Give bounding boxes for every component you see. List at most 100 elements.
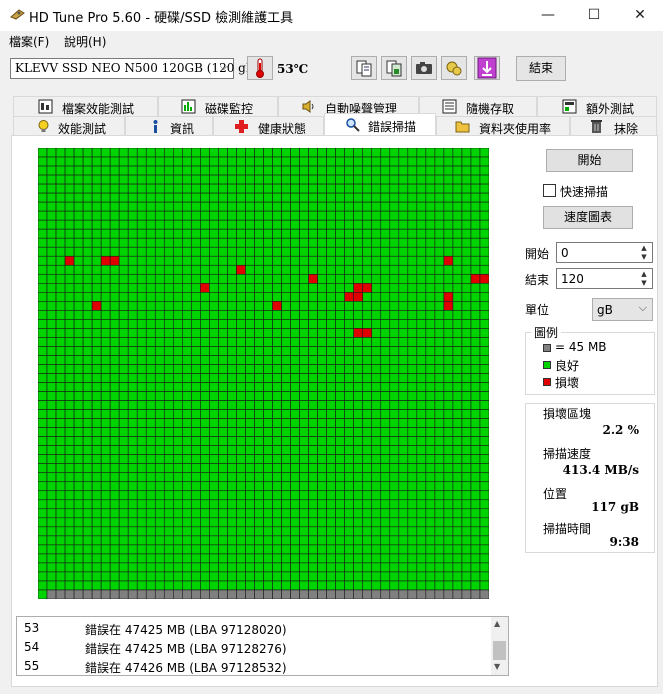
block-cell — [353, 319, 364, 329]
block-cell — [64, 589, 75, 599]
close-button[interactable]: ✕ — [617, 0, 663, 31]
block-cell — [443, 219, 454, 230]
scroll-thumb[interactable] — [493, 641, 506, 660]
start-stepper[interactable]: 0 ▲ ▼ — [556, 242, 653, 263]
block-cell — [353, 382, 364, 392]
block-cell — [425, 490, 436, 501]
block-cell — [479, 210, 489, 221]
copy-screen-button[interactable] — [381, 56, 407, 80]
block-cell — [290, 517, 300, 528]
block-cell — [218, 301, 228, 311]
block-cell — [362, 246, 373, 257]
block-cell — [344, 219, 354, 230]
maximize-button[interactable]: ☐ — [571, 0, 617, 31]
block-cell — [118, 409, 129, 419]
menu-file[interactable]: 檔案(F) — [9, 33, 49, 50]
block-cell — [470, 273, 481, 284]
log-scrollbar[interactable]: ▲ ▼ — [491, 617, 508, 675]
screenshot-button[interactable] — [411, 56, 437, 80]
block-cell — [335, 192, 345, 203]
tab-disk-monitor[interactable]: 磁碟監控 — [158, 96, 278, 116]
tab-benchmark[interactable]: 效能測試 — [13, 116, 125, 136]
block-cell — [236, 255, 246, 266]
block-cell — [91, 490, 102, 501]
block-cell — [335, 454, 345, 464]
block-cell — [425, 201, 436, 212]
quick-scan-checkbox[interactable] — [543, 184, 556, 197]
save-button[interactable] — [474, 56, 500, 80]
block-cell — [461, 472, 472, 483]
block-cell — [452, 481, 463, 492]
block-cell — [299, 319, 309, 329]
spin-up-icon[interactable]: ▲ — [637, 244, 651, 253]
block-cell — [46, 553, 57, 564]
minimize-button[interactable]: — — [525, 0, 571, 31]
block-cell — [245, 382, 255, 392]
block-cell — [145, 319, 156, 329]
tab-error-scan[interactable]: 錯誤掃描 — [324, 113, 436, 136]
block-cell — [91, 237, 102, 248]
copy-text-button[interactable] — [351, 56, 377, 80]
block-cell — [218, 210, 228, 221]
tab-folder-usage[interactable]: 資料夾使用率 — [436, 116, 570, 136]
tab-file-benchmark[interactable]: 檔案效能測試 — [13, 96, 158, 116]
block-cell — [389, 165, 400, 176]
block-cell — [73, 148, 84, 158]
block-cell — [145, 292, 156, 302]
block-cell — [145, 553, 156, 564]
block-cell — [362, 499, 373, 510]
block-cell — [100, 490, 111, 501]
spin-up-icon[interactable]: ▲ — [637, 270, 651, 279]
block-cell — [82, 373, 93, 383]
block-cell — [163, 255, 174, 266]
block-cell — [479, 589, 489, 599]
end-stepper[interactable]: 120 ▲ ▼ — [556, 268, 653, 289]
block-cell — [173, 210, 183, 221]
block-cell — [371, 571, 382, 582]
block-cell — [317, 445, 327, 455]
block-cell — [344, 273, 354, 284]
block-cell — [452, 508, 463, 519]
exit-button[interactable]: 結束 — [516, 56, 566, 81]
block-cell — [443, 148, 454, 158]
block-cell — [398, 499, 409, 510]
block-cell — [118, 165, 129, 176]
block-cell — [191, 427, 201, 437]
block-cell — [91, 346, 102, 356]
block-cell — [227, 589, 237, 599]
block-cell — [479, 264, 489, 275]
block-cell — [299, 409, 309, 419]
block-cell — [344, 355, 354, 365]
block-cell — [272, 283, 282, 293]
block-cell — [218, 237, 228, 248]
tab-erase[interactable]: 抹除 — [570, 116, 657, 136]
start-scan-button[interactable]: 開始 — [546, 149, 633, 172]
tab-random-access[interactable]: 隨機存取 — [419, 96, 537, 116]
block-cell — [109, 535, 120, 546]
scroll-down-icon[interactable]: ▼ — [494, 662, 500, 671]
drive-select[interactable]: KLEVV SSD NEO N500 120GB (120 gB) ⌵ — [10, 58, 259, 79]
block-cell — [218, 337, 228, 347]
block-cell — [452, 382, 463, 392]
menu-help[interactable]: 說明(H) — [64, 33, 106, 50]
block-cell — [398, 463, 409, 474]
speed-map-button[interactable]: 速度圖表 — [543, 206, 633, 229]
unit-select[interactable]: gB ⌵ — [592, 298, 653, 321]
tab-extra-tests[interactable]: 額外測試 — [537, 96, 657, 116]
spin-down-icon[interactable]: ▼ — [637, 253, 651, 262]
tab-health[interactable]: 健康狀態 — [213, 116, 324, 136]
tab-info[interactable]: 資訊 — [125, 116, 213, 136]
block-cell — [470, 472, 481, 483]
block-cell — [470, 246, 481, 257]
block-cell — [362, 292, 373, 302]
block-cell — [173, 400, 183, 410]
block-cell — [344, 373, 354, 383]
block-cell — [163, 246, 174, 257]
scroll-up-icon[interactable]: ▲ — [494, 619, 500, 628]
temperature-button[interactable] — [247, 56, 273, 80]
block-cell — [452, 148, 463, 158]
options-button[interactable] — [441, 56, 467, 80]
spin-down-icon[interactable]: ▼ — [637, 279, 651, 288]
block-cell — [335, 319, 345, 329]
block-cell — [163, 192, 174, 203]
